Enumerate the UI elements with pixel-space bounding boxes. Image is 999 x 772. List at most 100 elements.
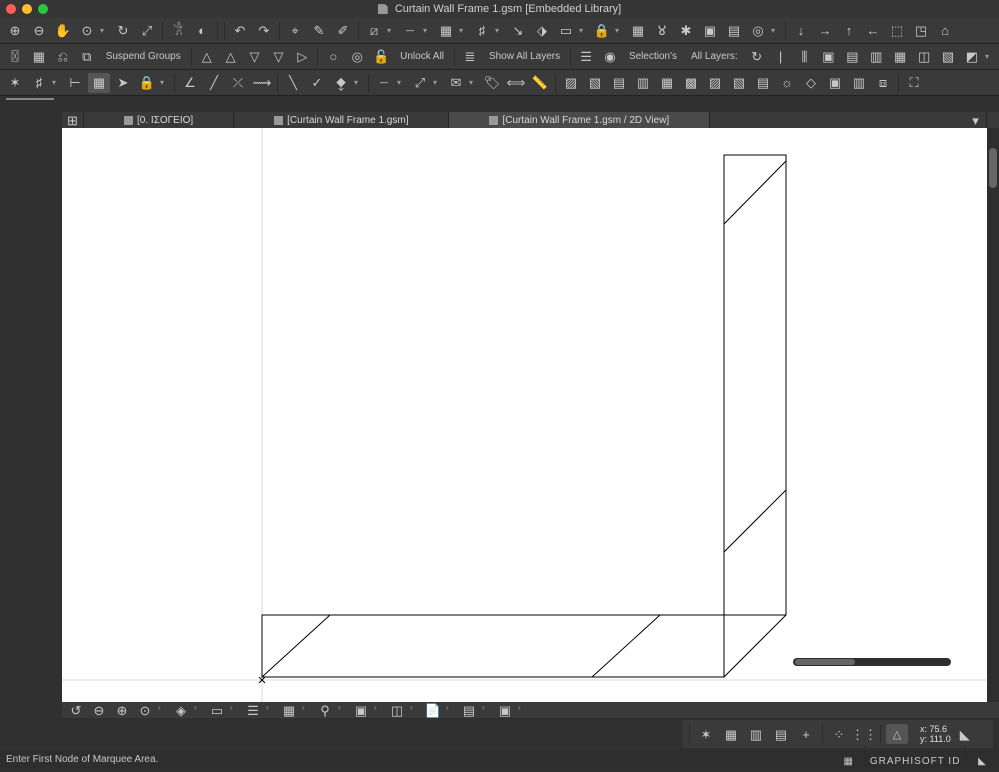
suspend-groups-label[interactable]: Suspend Groups (100, 47, 187, 67)
line3-icon[interactable]: ⧪ (330, 73, 352, 93)
angle-toggle-icon[interactable]: △ (886, 724, 908, 744)
close-window-button[interactable] (6, 4, 16, 14)
hatch3-icon[interactable]: ▤ (608, 73, 630, 93)
hatch-nav-icon[interactable]: ▤ (459, 703, 479, 717)
prev-zoom-icon[interactable]: ↺ (66, 703, 86, 717)
style-dropdown[interactable]: ▾ (397, 78, 407, 87)
show-all-layers-label[interactable]: Show All Layers (483, 47, 566, 67)
zoom-in-2-icon[interactable]: ⊕ (112, 703, 132, 717)
refresh-icon[interactable]: ↻ (112, 21, 134, 41)
line-style-icon[interactable]: ┈ (399, 21, 421, 41)
walk-tool-icon[interactable]: 𓀟 (167, 21, 189, 41)
tool-c-icon[interactable]: ▥ (865, 47, 887, 67)
align-top-icon[interactable]: △ (220, 47, 242, 67)
line-type-icon[interactable]: ⧄ (363, 21, 385, 41)
plus-icon[interactable]: + (795, 724, 817, 744)
line2-icon[interactable]: ╲ (282, 73, 304, 93)
tab-library-part[interactable]: [Curtain Wall Frame 1.gsm] (234, 112, 449, 128)
zoom-out-icon[interactable]: ⊖ (28, 21, 50, 41)
fit-icon[interactable]: ⤢ (136, 21, 158, 41)
hatch4-icon[interactable]: ▥ (632, 73, 654, 93)
zoom-out-2-icon[interactable]: ⊖ (89, 703, 109, 717)
hatch7-icon[interactable]: ▨ (704, 73, 726, 93)
perspective-icon[interactable]: ⬚ (886, 21, 908, 41)
compass-icon[interactable]: ◎ (747, 21, 769, 41)
minimize-window-button[interactable] (22, 4, 32, 14)
line-style-dropdown[interactable]: ▾ (423, 26, 433, 35)
line3-dropdown[interactable]: ▾ (354, 78, 364, 87)
zoom-region-icon[interactable]: ⊙ (76, 21, 98, 41)
hatch1-icon[interactable]: ▨ (560, 73, 582, 93)
west-icon[interactable]: ← (862, 21, 884, 41)
picker-icon[interactable]: ⌖ (284, 21, 306, 41)
layers-tool-icon[interactable]: ☰ (575, 47, 597, 67)
line-type-dropdown[interactable]: ▾ (387, 26, 397, 35)
tab-grid-icon[interactable]: ⊞ (62, 112, 84, 128)
status-grid-icon[interactable]: ▦ (837, 752, 859, 772)
grid2-icon[interactable]: ▥ (745, 724, 767, 744)
arrow-icon[interactable]: ↘ (507, 21, 529, 41)
doc-nav-icon[interactable]: 📄 (423, 703, 443, 717)
grid-dropdown[interactable]: ▾ (495, 26, 505, 35)
hscroll-thumb[interactable] (795, 659, 855, 665)
hatch9-icon[interactable]: ▤ (752, 73, 774, 93)
target-icon[interactable]: ◉ (599, 47, 621, 67)
scrollbar-thumb[interactable] (989, 148, 997, 188)
trace-ref-icon[interactable]: ▦ (88, 73, 110, 93)
link-icon[interactable]: ⎌ (52, 47, 74, 67)
measure-tool-icon[interactable]: 𑀫 (651, 21, 673, 41)
zoom-dropdown[interactable]: ▾ (100, 26, 110, 35)
syringe-icon[interactable]: ✐ (332, 21, 354, 41)
select-tool-icon[interactable]: 〿 (4, 47, 26, 67)
nav-dropdown-i[interactable]: › (446, 703, 456, 717)
zoom-in-icon[interactable]: ⊕ (4, 21, 26, 41)
undo-icon[interactable]: ↶ (229, 21, 251, 41)
target2-icon[interactable]: ⧈ (872, 73, 894, 93)
elevation-icon[interactable]: ▭ (555, 21, 577, 41)
tool-b-icon[interactable]: ▤ (841, 47, 863, 67)
tool-f-icon[interactable]: ▧ (937, 47, 959, 67)
snap-x-icon[interactable]: ✶ (695, 724, 717, 744)
tool-g-icon[interactable]: ◩ (961, 47, 983, 67)
nav-dropdown-a[interactable]: › (158, 703, 168, 717)
tab-library-2d-view[interactable]: [Curtain Wall Frame 1.gsm / 2D View] (449, 112, 710, 128)
fit-dropdown[interactable]: ▾ (433, 78, 443, 87)
section-icon[interactable]: ⬗ (531, 21, 553, 41)
lock-dropdown[interactable]: ▾ (615, 26, 625, 35)
layer-dropdown[interactable]: ▾ (459, 26, 469, 35)
bars-icon[interactable]: | (770, 47, 792, 67)
layer-icon[interactable]: ▦ (435, 21, 457, 41)
elevation-dropdown[interactable]: ▾ (579, 26, 589, 35)
layer-nav-icon[interactable]: ☰ (243, 703, 263, 717)
grid-snap-icon[interactable]: ♯ (28, 73, 50, 93)
orbit-icon[interactable]: ◐ (191, 21, 213, 41)
ring-tool-icon[interactable]: ◎ (346, 47, 368, 67)
signal-icon[interactable]: ◣ (971, 752, 993, 772)
orient-icon[interactable]: ◈ (171, 703, 191, 717)
envelope-icon[interactable]: ✉ (445, 73, 467, 93)
triangle-icon[interactable]: ◣ (954, 724, 976, 744)
view-dropdown[interactable]: ▾ (771, 26, 781, 35)
open-box-icon[interactable]: ▣ (824, 73, 846, 93)
redo-icon[interactable]: ↷ (253, 21, 275, 41)
envelope-dropdown[interactable]: ▾ (469, 78, 479, 87)
view-tool-icon[interactable]: ▣ (699, 21, 721, 41)
stack-icon[interactable]: ▥ (848, 73, 870, 93)
dimension-icon[interactable]: ⟺ (505, 73, 527, 93)
angle-icon[interactable]: ∠ (179, 73, 201, 93)
east-icon[interactable]: → (814, 21, 836, 41)
bar-chart-icon[interactable]: ⫼ (794, 47, 816, 67)
axo-icon[interactable]: ◳ (910, 21, 932, 41)
nav-dropdown-g[interactable]: › (374, 703, 384, 717)
style-icon[interactable]: ┈ (373, 73, 395, 93)
tool-a-icon[interactable]: ▣ (817, 47, 839, 67)
tool-d-icon[interactable]: ▦ (889, 47, 911, 67)
guide-icon[interactable]: ⊢ (64, 73, 86, 93)
south-icon[interactable]: ↓ (790, 21, 812, 41)
refresh2-icon[interactable]: ↻ (746, 47, 768, 67)
tab-ground-floor[interactable]: [0. ΙΣΟΓΕΙΟ] (84, 112, 234, 128)
north-icon[interactable]: ↑ (838, 21, 860, 41)
grid-snap-dropdown[interactable]: ▾ (52, 78, 62, 87)
nav-dropdown-c[interactable]: › (230, 703, 240, 717)
grid-icon[interactable]: ♯ (471, 21, 493, 41)
